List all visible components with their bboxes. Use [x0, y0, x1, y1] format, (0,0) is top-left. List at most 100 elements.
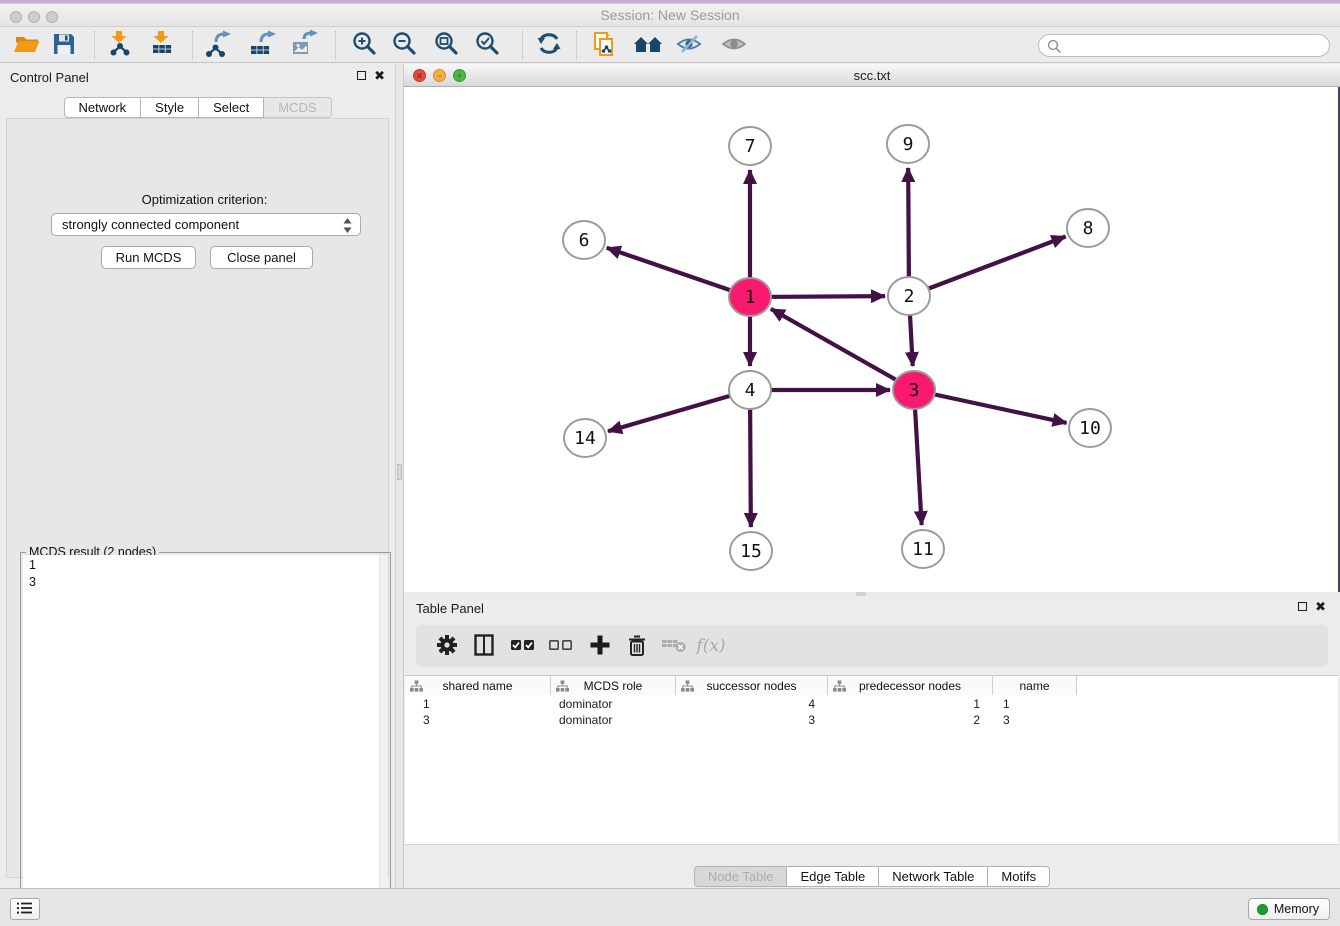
- optimization-criterion-select[interactable]: strongly connected component: [51, 213, 361, 236]
- column-header-name[interactable]: name: [993, 676, 1077, 695]
- toolbar-separator: [576, 31, 577, 59]
- graph-edge-3-10[interactable]: [914, 390, 1067, 423]
- graph-node-6[interactable]: 6: [563, 221, 605, 259]
- first-neighbors-button[interactable]: [632, 30, 664, 60]
- column-type-icon: [410, 680, 423, 692]
- show-columns-button[interactable]: [467, 630, 501, 662]
- graph-node-4[interactable]: 4: [729, 371, 771, 409]
- import-network-button[interactable]: [104, 30, 136, 60]
- graph-node-3[interactable]: 3: [893, 371, 935, 409]
- splitter-handle[interactable]: [397, 464, 402, 480]
- mcds-panel-content: Optimization criterion: strongly connect…: [6, 118, 389, 878]
- column-header-predecessor-nodes[interactable]: predecessor nodes: [828, 676, 993, 695]
- table-cell[interactable]: 3: [993, 712, 1077, 728]
- graph-node-15[interactable]: 15: [730, 532, 772, 570]
- export-table-button[interactable]: [247, 30, 279, 60]
- graph-edge-1-6[interactable]: [607, 248, 750, 297]
- apply-layout-button[interactable]: [533, 30, 565, 60]
- memory-status-icon: [1257, 904, 1268, 915]
- table-cell[interactable]: 2: [828, 712, 993, 728]
- graph-edge-4-14[interactable]: [608, 390, 750, 431]
- zoom-fit-button[interactable]: [430, 30, 462, 60]
- table-cell[interactable]: 3: [405, 712, 551, 728]
- memory-button[interactable]: Memory: [1248, 898, 1330, 920]
- network-canvas[interactable]: 7 9 6 8 1 2 4 3 14 10 15 11: [404, 87, 1340, 592]
- close-panel-icon[interactable]: ✖: [374, 70, 385, 81]
- save-floppy-icon: [51, 31, 77, 57]
- node-label: 11: [912, 539, 934, 560]
- table-cell[interactable]: 1: [993, 696, 1077, 712]
- table-cell[interactable]: 1: [828, 696, 993, 712]
- table-panel-title: Table Panel: [416, 601, 484, 616]
- delete-table-button[interactable]: [657, 630, 691, 662]
- column-header-successor-nodes[interactable]: successor nodes: [676, 676, 828, 695]
- node-label: 15: [740, 541, 762, 562]
- splitter-handle[interactable]: [856, 592, 866, 596]
- graph-node-1[interactable]: 1: [729, 278, 771, 316]
- table-mode-button[interactable]: [430, 630, 464, 662]
- graph-node-9[interactable]: 9: [887, 125, 929, 163]
- export-network-button[interactable]: [203, 30, 235, 60]
- graph-node-8[interactable]: 8: [1067, 209, 1109, 247]
- new-network-from-selection-button[interactable]: [588, 30, 620, 60]
- node-label: 6: [579, 230, 590, 251]
- zoom-in-button[interactable]: [348, 30, 380, 60]
- graph-node-2[interactable]: 2: [888, 277, 930, 315]
- table-cell[interactable]: dominator: [551, 712, 676, 728]
- function-builder-button[interactable]: f(x): [694, 630, 728, 662]
- import-table-button[interactable]: [146, 30, 178, 60]
- create-column-button[interactable]: [583, 630, 617, 662]
- mcds-result-textarea[interactable]: 13: [23, 555, 388, 926]
- tab-style[interactable]: Style: [141, 97, 199, 118]
- search-input[interactable]: [1065, 36, 1323, 55]
- column-header-shared-name[interactable]: shared name: [405, 676, 551, 695]
- close-panel-icon[interactable]: ✖: [1315, 601, 1326, 612]
- hide-selected-button[interactable]: [674, 30, 706, 60]
- save-session-button[interactable]: [48, 30, 80, 60]
- column-header-mcds-role[interactable]: MCDS role: [551, 676, 676, 695]
- table-row[interactable]: 3dominator323: [405, 712, 1077, 728]
- graph-edge-4-15[interactable]: [750, 390, 751, 527]
- graph-edge-3-1[interactable]: [771, 309, 914, 390]
- close-panel-button[interactable]: Close panel: [210, 246, 313, 269]
- table-cell[interactable]: 4: [676, 696, 828, 712]
- zoom-selected-button[interactable]: [471, 30, 503, 60]
- table-row[interactable]: 1dominator411: [405, 696, 1077, 712]
- graph-node-14[interactable]: 14: [564, 419, 606, 457]
- select-all-button[interactable]: [506, 630, 540, 662]
- zoom-out-button[interactable]: [388, 30, 420, 60]
- task-history-button[interactable]: [10, 898, 40, 920]
- tab-edge-table[interactable]: Edge Table: [787, 866, 879, 887]
- tab-mcds[interactable]: MCDS: [264, 97, 331, 118]
- tab-network[interactable]: Network: [63, 97, 141, 118]
- open-session-button[interactable]: [11, 30, 43, 60]
- delete-columns-button[interactable]: [620, 630, 654, 662]
- vertical-splitter[interactable]: [395, 64, 404, 888]
- graph-node-10[interactable]: 10: [1069, 409, 1111, 447]
- float-panel-icon[interactable]: [357, 71, 366, 80]
- float-panel-icon[interactable]: [1298, 602, 1307, 611]
- tab-node-table[interactable]: Node Table: [694, 866, 788, 887]
- application-window: Session: New Session: [0, 0, 1340, 926]
- import-network-icon: [106, 30, 134, 57]
- export-network-icon: [204, 30, 234, 57]
- column-header-label: predecessor nodes: [859, 679, 961, 693]
- optimization-criterion-label: Optimization criterion:: [7, 192, 402, 207]
- deselect-all-button[interactable]: [544, 630, 578, 662]
- table-cell[interactable]: 1: [405, 696, 551, 712]
- graph-edge-2-8[interactable]: [909, 237, 1066, 296]
- table-cell[interactable]: dominator: [551, 696, 676, 712]
- graph-node-11[interactable]: 11: [902, 530, 944, 568]
- tab-motifs[interactable]: Motifs: [988, 866, 1050, 887]
- export-image-button[interactable]: [289, 30, 321, 60]
- zoom-in-icon: [351, 30, 378, 57]
- show-all-button[interactable]: [719, 30, 751, 60]
- tab-select[interactable]: Select: [199, 97, 264, 118]
- network-window-titlebar[interactable]: ✕ − + scc.txt: [404, 64, 1340, 87]
- graph-edge-3-11[interactable]: [914, 390, 922, 525]
- result-scrollbar[interactable]: [379, 555, 388, 926]
- tab-network-table[interactable]: Network Table: [879, 866, 988, 887]
- graph-node-7[interactable]: 7: [729, 127, 771, 165]
- table-cell[interactable]: 3: [676, 712, 828, 728]
- run-mcds-button[interactable]: Run MCDS: [101, 246, 196, 269]
